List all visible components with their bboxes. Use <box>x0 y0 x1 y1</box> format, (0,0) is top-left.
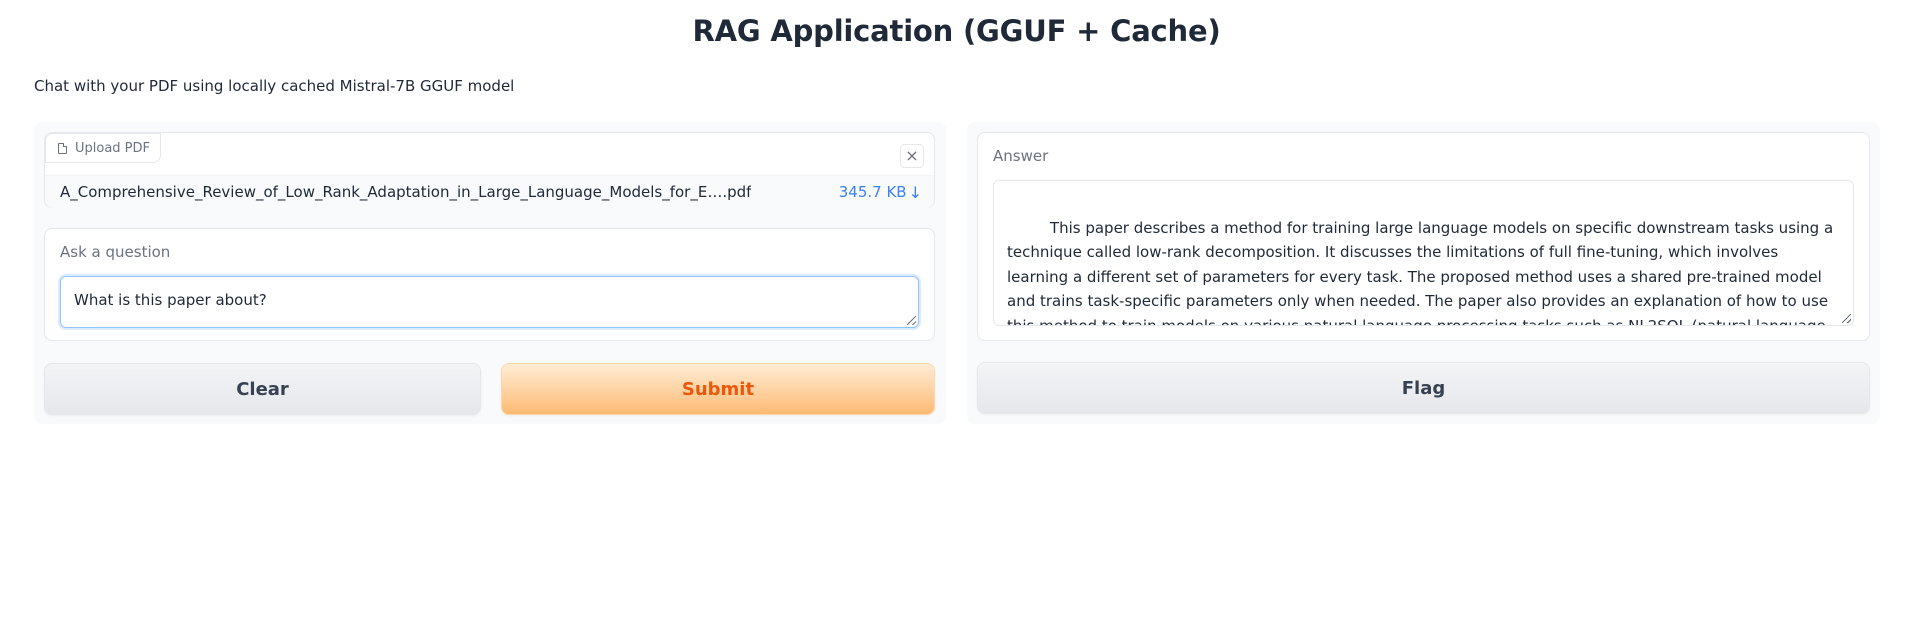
resize-handle-icon[interactable] <box>907 316 916 325</box>
answer-label: Answer <box>993 147 1049 165</box>
pdf-upload: Upload PDF × A_Comprehensive_Review_of_L… <box>44 132 935 208</box>
uploaded-file-name: A_Comprehensive_Review_of_Low_Rank_Adapt… <box>60 183 752 201</box>
uploaded-file-row: A_Comprehensive_Review_of_Low_Rank_Adapt… <box>45 175 934 208</box>
question-label: Ask a question <box>60 243 171 261</box>
page-description: Chat with your PDF using locally cached … <box>34 77 515 95</box>
output-column: Answer This paper describes a method for… <box>967 122 1880 424</box>
page-title: RAG Application (GGUF + Cache) <box>692 14 1221 48</box>
file-size: 345.7 KB <box>838 183 907 201</box>
question-field: Ask a question What is this paper about? <box>44 228 935 341</box>
input-column: Upload PDF × A_Comprehensive_Review_of_L… <box>34 122 946 424</box>
download-arrow-icon: ↓ <box>908 182 922 202</box>
clear-file-button[interactable]: × <box>900 144 924 168</box>
resize-handle-icon[interactable] <box>1842 314 1851 323</box>
upload-pdf-label: Upload PDF <box>45 133 162 163</box>
answer-field: Answer This paper describes a method for… <box>977 132 1870 341</box>
close-icon: × <box>905 146 919 165</box>
file-icon <box>58 142 67 154</box>
answer-text: This paper describes a method for traini… <box>1007 218 1834 326</box>
question-input[interactable]: What is this paper about? <box>60 276 919 328</box>
file-download-link[interactable]: 345.7 KB ↓ <box>839 183 922 202</box>
submit-button[interactable]: Submit <box>501 363 935 415</box>
clear-button[interactable]: Clear <box>44 363 481 415</box>
question-input-value: What is this paper about? <box>74 291 267 309</box>
upload-pdf-label-text: Upload PDF <box>75 140 151 156</box>
answer-textbox[interactable]: This paper describes a method for traini… <box>993 180 1854 326</box>
flag-button[interactable]: Flag <box>977 362 1870 414</box>
app-root: RAG Application (GGUF + Cache) Chat with… <box>0 0 1913 621</box>
